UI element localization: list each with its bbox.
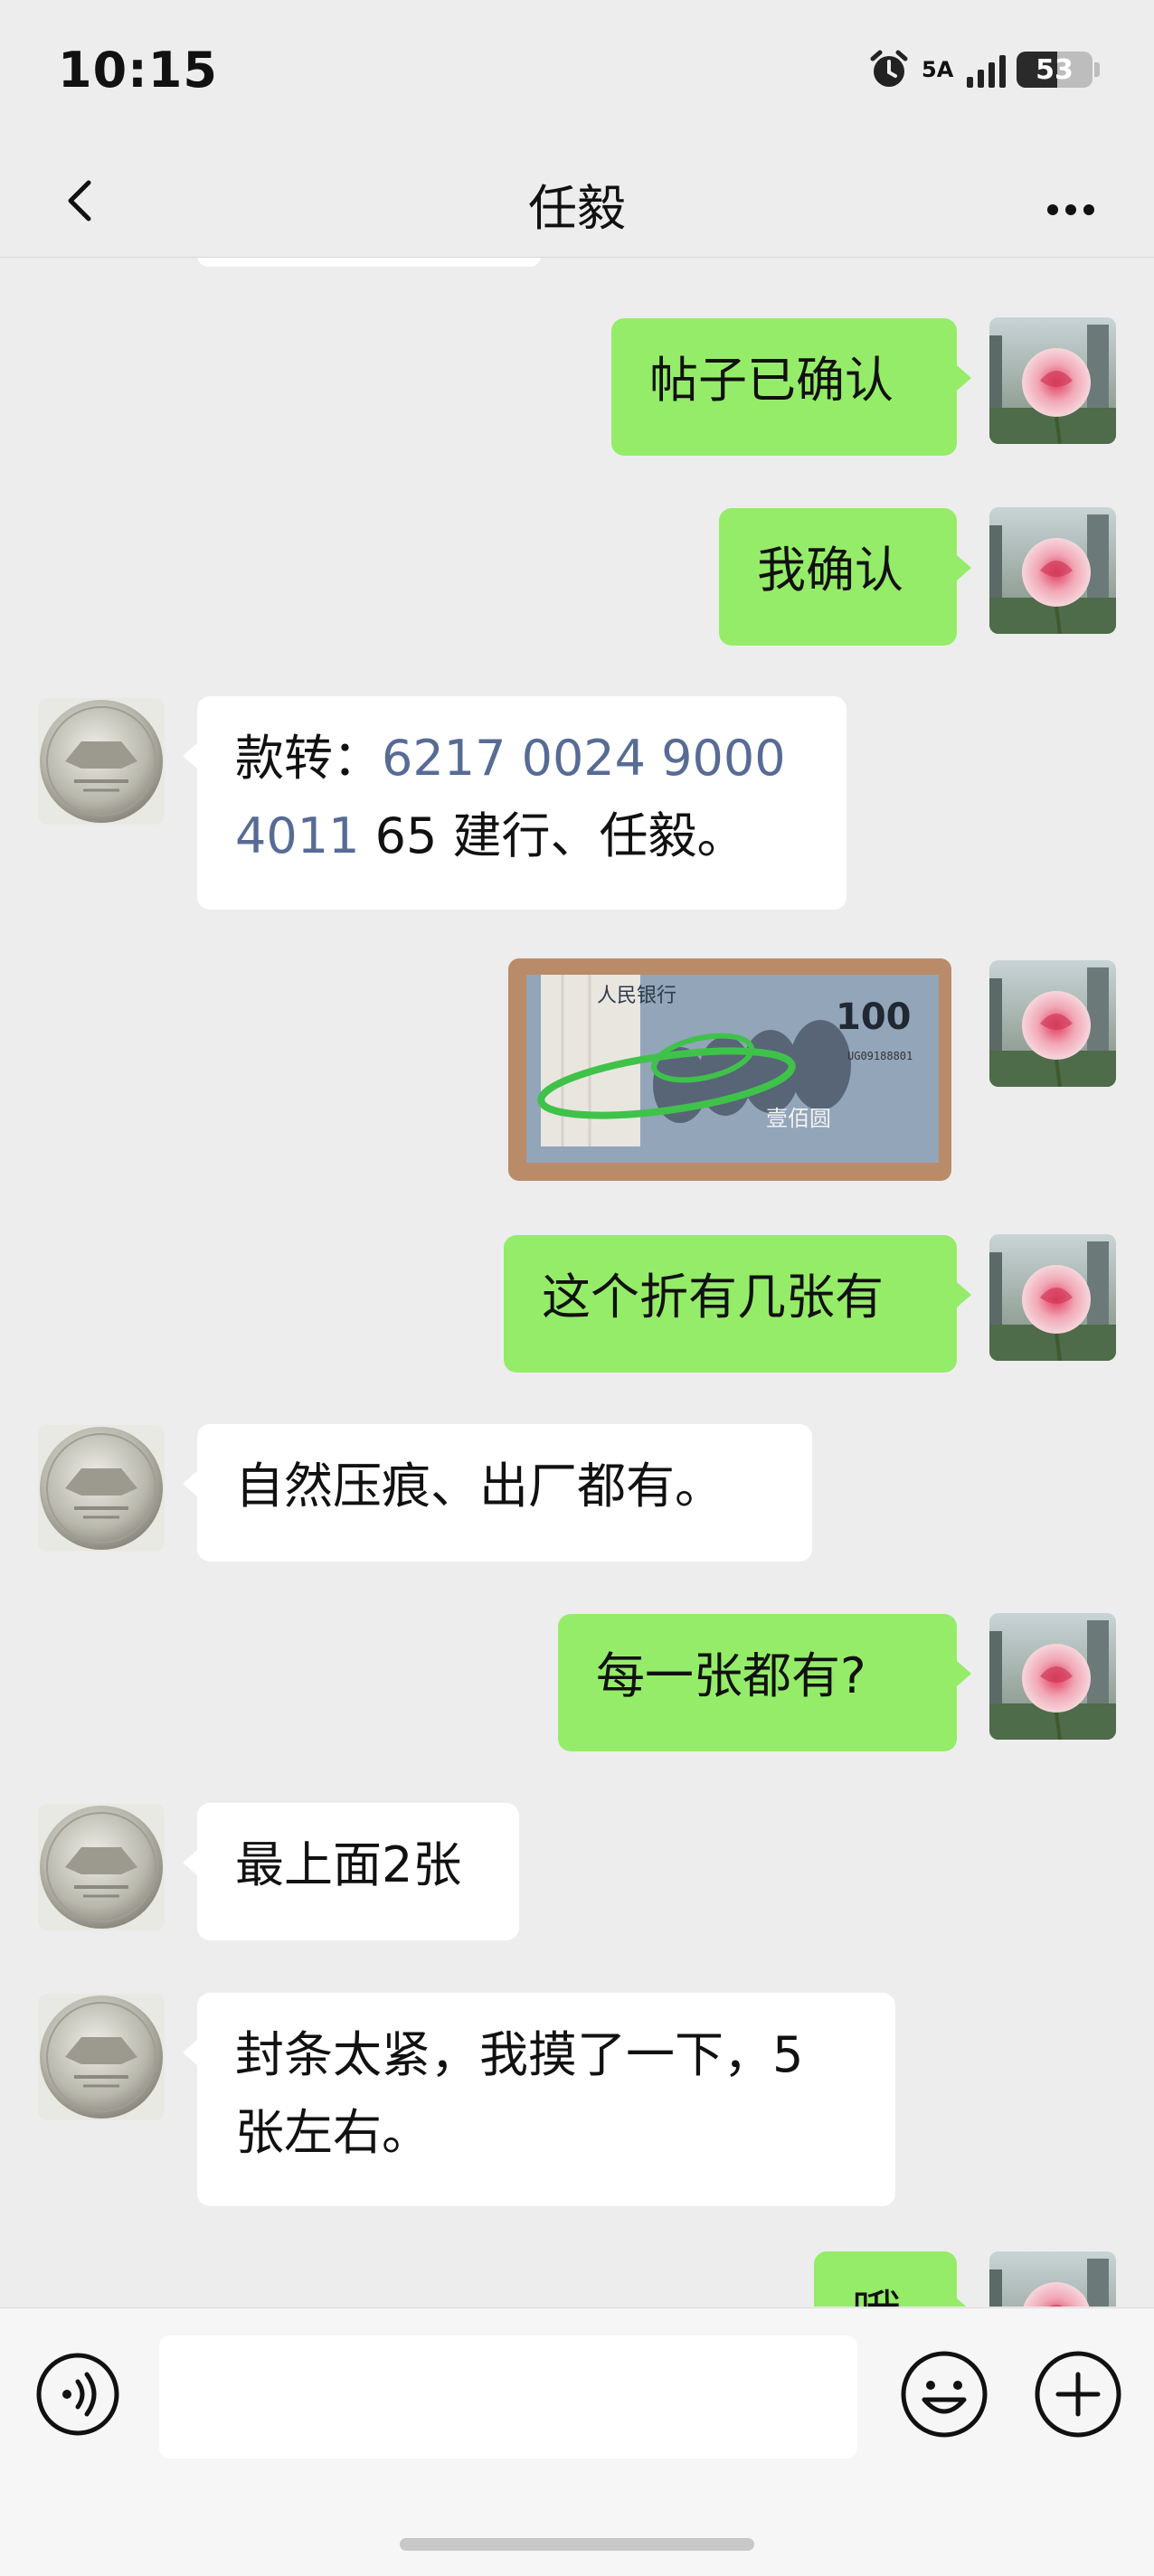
banknote-serial: UG09188801: [847, 1050, 913, 1062]
message-list[interactable]: 帖子已确认 我确认 款转：6217 0024 9000 4011 65 建行、任…: [0, 258, 1154, 2307]
my-avatar[interactable]: [989, 1234, 1116, 1361]
input-bar: [0, 2307, 1154, 2576]
account-number-link[interactable]: 4011: [235, 807, 359, 864]
message-input[interactable]: [159, 2335, 857, 2458]
battery-level: 53: [1036, 54, 1074, 86]
banknote-header: 人民银行: [597, 985, 676, 1007]
alarm-icon: [870, 50, 908, 87]
message-text: 款转：: [235, 730, 382, 787]
banknote-photo[interactable]: 人民银行 100 UG09188801 壹佰圆: [508, 958, 951, 1181]
network-type: 5A: [922, 57, 954, 82]
message-line: 4011 65 建行、任毅。: [235, 797, 809, 875]
message-bubble-incoming[interactable]: 封条太紧，我摸了一下，5 张左右。: [183, 1993, 895, 2206]
message-line: 张左右。: [235, 2104, 430, 2161]
previous-message-bubble: [197, 258, 541, 267]
chat-title: 任毅: [528, 180, 626, 237]
emoji-icon[interactable]: [899, 2349, 989, 2439]
message-text: 自然压痕、出厂都有。: [235, 1458, 724, 1514]
message-text: 最上面2张: [235, 1836, 462, 1893]
my-avatar[interactable]: [989, 1613, 1116, 1740]
message-text: 哦: [852, 2285, 901, 2307]
message-bubble-outgoing[interactable]: 这个折有几张有: [504, 1235, 971, 1373]
chat-header: 任毅: [0, 145, 1154, 258]
status-bar: 10:15 5A 53: [0, 0, 1154, 145]
plus-icon[interactable]: [1033, 2349, 1123, 2439]
message-bubble-incoming[interactable]: 款转：6217 0024 9000 4011 65 建行、任毅。: [183, 696, 847, 910]
message-text: 帖子已确认: [649, 352, 894, 409]
message-bubble-incoming[interactable]: 自然压痕、出厂都有。: [183, 1424, 812, 1562]
message-line: 款转：6217 0024 9000: [235, 720, 809, 797]
message-bubble-outgoing[interactable]: 我确认: [719, 508, 971, 646]
my-avatar[interactable]: [989, 2251, 1116, 2307]
message-bubble-outgoing[interactable]: 帖子已确认: [611, 318, 971, 456]
message-bubble-outgoing[interactable]: 哦: [814, 2251, 971, 2307]
contact-avatar[interactable]: [38, 698, 165, 825]
message-text: 这个折有几张有: [542, 1269, 884, 1326]
account-number-link[interactable]: 6217 0024 9000: [382, 730, 786, 787]
battery-icon: 53: [1017, 52, 1093, 88]
more-dots-icon[interactable]: [1035, 165, 1107, 237]
contact-avatar[interactable]: [38, 1994, 165, 2120]
signal-icon: [967, 52, 1006, 88]
message-bubble-outgoing[interactable]: 每一张都有?: [558, 1614, 971, 1751]
contact-avatar[interactable]: [38, 1425, 165, 1552]
message-text: 我确认: [757, 542, 903, 599]
my-avatar[interactable]: [989, 960, 1116, 1087]
message-bubble-incoming[interactable]: 最上面2张: [183, 1803, 519, 1940]
banknote-denomination-text: 壹佰圆: [766, 1106, 831, 1131]
contact-avatar[interactable]: [38, 1804, 165, 1930]
message-line: 封条太紧，我摸了一下，5: [235, 2026, 804, 2083]
voice-icon[interactable]: [34, 2351, 121, 2438]
status-time: 10:15: [58, 42, 218, 99]
my-avatar[interactable]: [989, 317, 1116, 444]
home-indicator[interactable]: [400, 2538, 754, 2551]
status-icons: 5A 53: [867, 47, 1100, 92]
battery-tip: [1094, 62, 1100, 77]
message-text: 65 建行、任毅。: [359, 807, 746, 864]
my-avatar[interactable]: [989, 507, 1116, 634]
message-text: 每一张都有?: [596, 1647, 866, 1704]
banknote-denomination: 100: [836, 996, 912, 1038]
